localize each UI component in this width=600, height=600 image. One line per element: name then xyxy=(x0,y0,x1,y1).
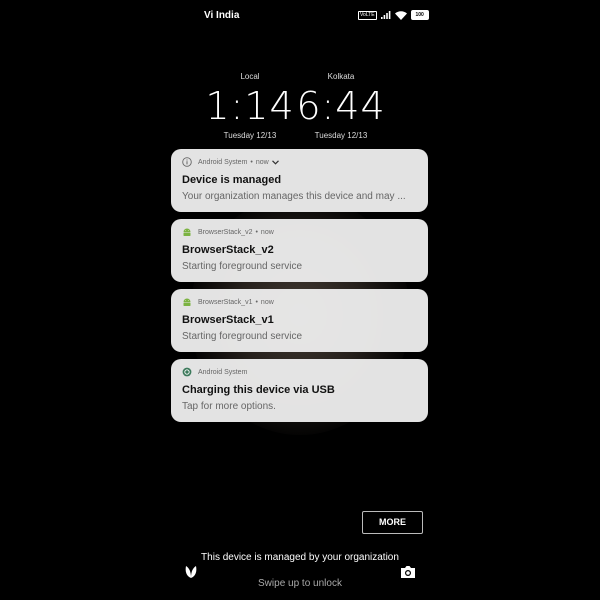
notification-app-name: BrowserStack_v1 xyxy=(198,298,253,306)
clock-date: Tuesday 12/13 xyxy=(314,131,368,140)
notification-browserstack-v1[interactable]: BrowserStack_v1 • now BrowserStack_v1 St… xyxy=(171,289,428,352)
notification-header: BrowserStack_v2 • now xyxy=(182,227,417,237)
clock-kolkata: Kolkata 6:44 Tuesday 12/13 xyxy=(286,72,396,140)
clock-label: Kolkata xyxy=(327,72,355,81)
notification-app-name: BrowserStack_v2 xyxy=(198,228,253,236)
lock-screen: Vi India VoLTE 100 Local 1:14 Tuesday 12… xyxy=(0,0,600,600)
notification-title: BrowserStack_v2 xyxy=(182,244,274,256)
android-icon xyxy=(182,297,192,307)
clock-time: 6:44 xyxy=(296,84,386,128)
notification-app-name: Android System xyxy=(198,368,248,376)
leaf-icon[interactable] xyxy=(182,563,200,581)
notification-browserstack-v2[interactable]: BrowserStack_v2 • now BrowserStack_v2 St… xyxy=(171,219,428,282)
battery-icon: 100 xyxy=(410,10,429,20)
separator-dot: • xyxy=(255,228,258,236)
notification-time: now xyxy=(255,158,269,166)
carrier-name: Vi India xyxy=(204,10,240,21)
info-icon xyxy=(182,157,192,167)
notification-header: Android System • now xyxy=(182,157,417,167)
wifi-icon xyxy=(394,10,407,20)
notification-time: now xyxy=(260,298,274,306)
notification-title: Device is managed xyxy=(182,174,282,186)
notification-device-managed[interactable]: Android System • now Device is managed Y… xyxy=(171,149,428,212)
status-bar: Vi India VoLTE 100 xyxy=(0,0,600,30)
notification-text: Tap for more options. xyxy=(182,401,276,412)
notification-text: Starting foreground service xyxy=(182,331,303,342)
more-button[interactable]: MORE xyxy=(362,511,423,534)
notification-header: BrowserStack_v1 • now xyxy=(182,297,417,307)
signal-icon xyxy=(380,11,391,19)
chevron-down-icon[interactable] xyxy=(271,159,279,165)
notification-time: now xyxy=(260,228,274,236)
notification-usb-charging[interactable]: Android System Charging this device via … xyxy=(171,359,428,422)
separator-dot: • xyxy=(255,298,258,306)
usb-icon xyxy=(182,367,192,377)
separator-dot: • xyxy=(250,158,253,166)
managed-device-message: This device is managed by your organizat… xyxy=(201,552,399,563)
notification-app-name: Android System xyxy=(198,158,248,166)
notification-text: Your organization manages this device an… xyxy=(182,191,406,202)
notification-text: Starting foreground service xyxy=(182,261,303,272)
android-icon xyxy=(182,227,192,237)
camera-icon[interactable] xyxy=(399,563,417,581)
notification-title: BrowserStack_v1 xyxy=(182,314,274,326)
swipe-unlock-hint: Swipe up to unlock xyxy=(258,578,342,589)
notification-title: Charging this device via USB xyxy=(182,384,335,396)
volte-icon: VoLTE xyxy=(358,10,377,20)
status-icons: VoLTE 100 xyxy=(358,10,429,20)
notification-header: Android System xyxy=(182,367,417,377)
